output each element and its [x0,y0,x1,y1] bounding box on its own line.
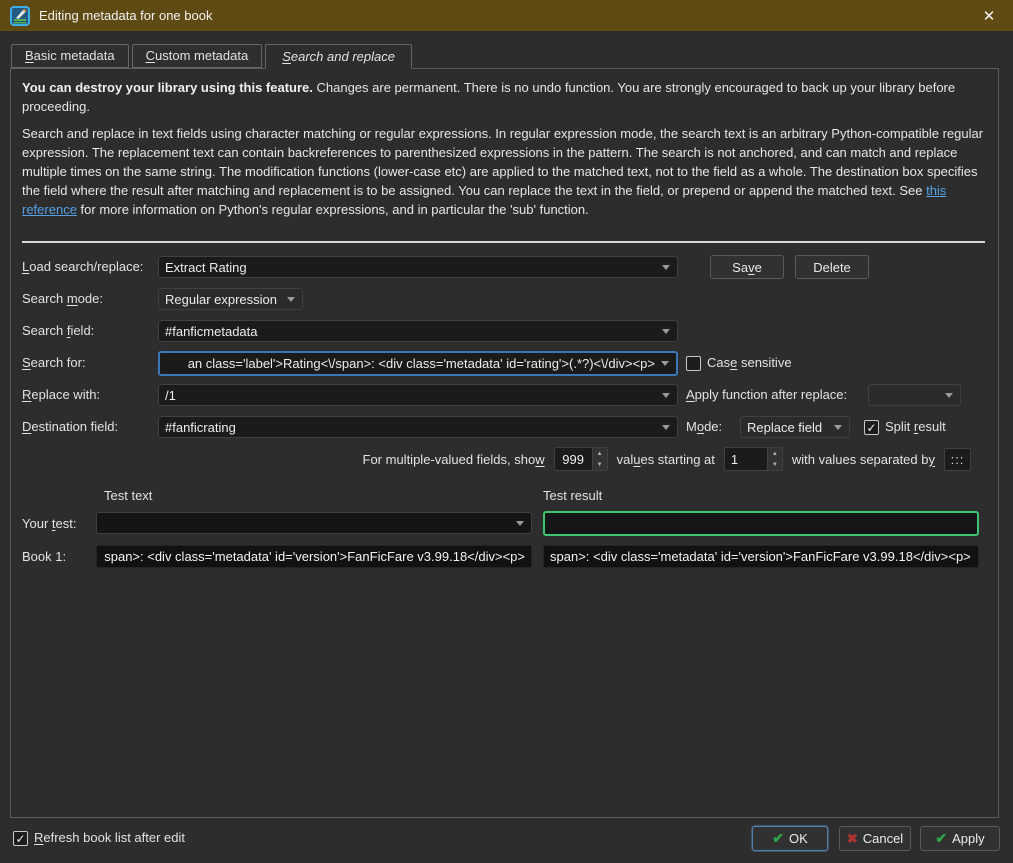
values-separator-input[interactable]: ::: [944,447,971,471]
title-bar: Editing metadata for one book ✕ [0,0,1013,31]
close-icon[interactable]: ✕ [975,0,1003,31]
mode-value: Replace field [747,419,823,435]
description-text-after: for more information on Python's regular… [76,202,589,217]
multi-show-label: For multiple-valued fields, show [362,451,545,467]
ok-check-icon: ✔ [772,830,784,846]
search-for-input[interactable]: an class='label'>Rating<\/span>: <div cl… [158,351,678,376]
search-mode-label: Search mode: [22,291,103,306]
description-text: Search and replace in text fields using … [22,126,984,198]
spin-down-icon[interactable]: ▼ [768,459,782,470]
spin-up-icon[interactable]: ▲ [593,448,607,459]
cancel-button-label: Cancel [862,831,904,846]
warning-bold-text: You can destroy your library using this … [22,80,313,95]
warning-paragraph: You can destroy your library using this … [22,78,988,116]
delete-button[interactable]: Delete [795,255,869,279]
spin-up-icon[interactable]: ▲ [768,448,782,459]
apply-function-label: Apply function after replace: [686,387,848,402]
multi-separated-label: with values separated by [791,451,935,467]
search-field-combo[interactable]: #fanficmetadata [158,320,678,342]
cancel-x-icon: ✖ [846,830,858,846]
load-search-replace-label: Load search/replace: [22,259,144,274]
apply-button-label: Apply [952,831,985,846]
separator-line [22,241,985,243]
split-result-checkbox[interactable] [864,420,879,435]
description-paragraph: Search and replace in text fields using … [22,124,988,219]
apply-button[interactable]: ✔ Apply [920,826,1000,851]
multi-value-options-row: For multiple-valued fields, show 999 ▲ ▼ … [363,446,971,472]
mode-combo[interactable]: Replace field [740,416,850,438]
your-test-input[interactable] [96,512,532,534]
search-field-label: Search field: [22,323,95,338]
apply-check-icon: ✔ [935,830,948,846]
ok-button-label: OK [788,831,808,846]
replace-with-input[interactable]: /1 [158,384,678,406]
load-search-replace-value: Extract Rating [165,259,247,275]
cancel-button[interactable]: ✖ Cancel [839,826,911,851]
show-values-value: 999 [562,451,584,467]
tab-bar: Basic metadata Custom metadata Search an… [11,44,412,69]
search-for-label: Search for: [22,355,86,370]
chevron-down-icon [662,264,670,270]
ok-button[interactable]: ✔ OK [752,826,828,851]
your-test-label: Your test: [22,516,77,531]
test-result-header: Test result [543,488,603,503]
book1-test-text: span>: <div class='metadata' id='version… [96,545,532,568]
chevron-down-icon [834,424,842,430]
spin-down-icon[interactable]: ▼ [593,459,607,470]
chevron-down-icon [662,392,670,398]
case-sensitive-label: Case sensitive [707,355,792,370]
refresh-book-list-label: Refresh book list after edit [34,830,186,845]
destination-field-value: #fanficrating [165,419,236,435]
show-values-spinner[interactable]: 999 ▲ ▼ [553,447,608,471]
tab-search-and-replace[interactable]: Search and replace [265,44,412,69]
start-at-spinner[interactable]: 1 ▲ ▼ [723,447,783,471]
split-result-label: Split result [885,419,946,434]
destination-field-combo[interactable]: #fanficrating [158,416,678,438]
save-button[interactable]: Sa v e [710,255,784,279]
spinner-buttons[interactable]: ▲ ▼ [591,448,607,470]
destination-field-label: Destination field: [22,419,119,434]
search-field-value: #fanficmetadata [165,323,258,339]
multi-starting-label: values starting at [616,451,715,467]
spinner-buttons[interactable]: ▲ ▼ [766,448,782,470]
replace-with-label: Replace with: [22,387,101,402]
book1-label: Book 1: [22,549,67,564]
edit-metadata-icon [10,5,30,26]
test-text-header: Test text [104,488,153,503]
start-at-value: 1 [730,451,739,467]
chevron-down-icon [516,520,524,526]
refresh-book-list-checkbox[interactable] [13,831,28,846]
replace-with-value: /1 [165,387,176,403]
load-search-replace-combo[interactable]: Extract Rating [158,256,678,278]
your-test-result-field [543,511,979,536]
book1-test-result: span>: <div class='metadata' id='version… [543,545,979,568]
apply-function-combo[interactable] [868,384,961,406]
window-title: Editing metadata for one book [39,8,213,23]
chevron-down-icon [662,328,670,334]
chevron-down-icon [287,296,295,302]
chevron-down-icon [661,361,669,366]
chevron-down-icon [945,392,953,398]
chevron-down-icon [662,424,670,430]
mode-label: Mode: [686,419,723,434]
tab-basic-metadata[interactable]: Basic metadata [11,44,129,68]
case-sensitive-checkbox[interactable] [686,356,701,371]
search-mode-combo[interactable]: Regular expression [158,288,303,310]
search-mode-value: Regular expression [165,291,278,307]
tab-custom-metadata[interactable]: Custom metadata [131,44,263,68]
search-for-value: an class='label'>Rating<\/span>: <div cl… [187,356,655,371]
